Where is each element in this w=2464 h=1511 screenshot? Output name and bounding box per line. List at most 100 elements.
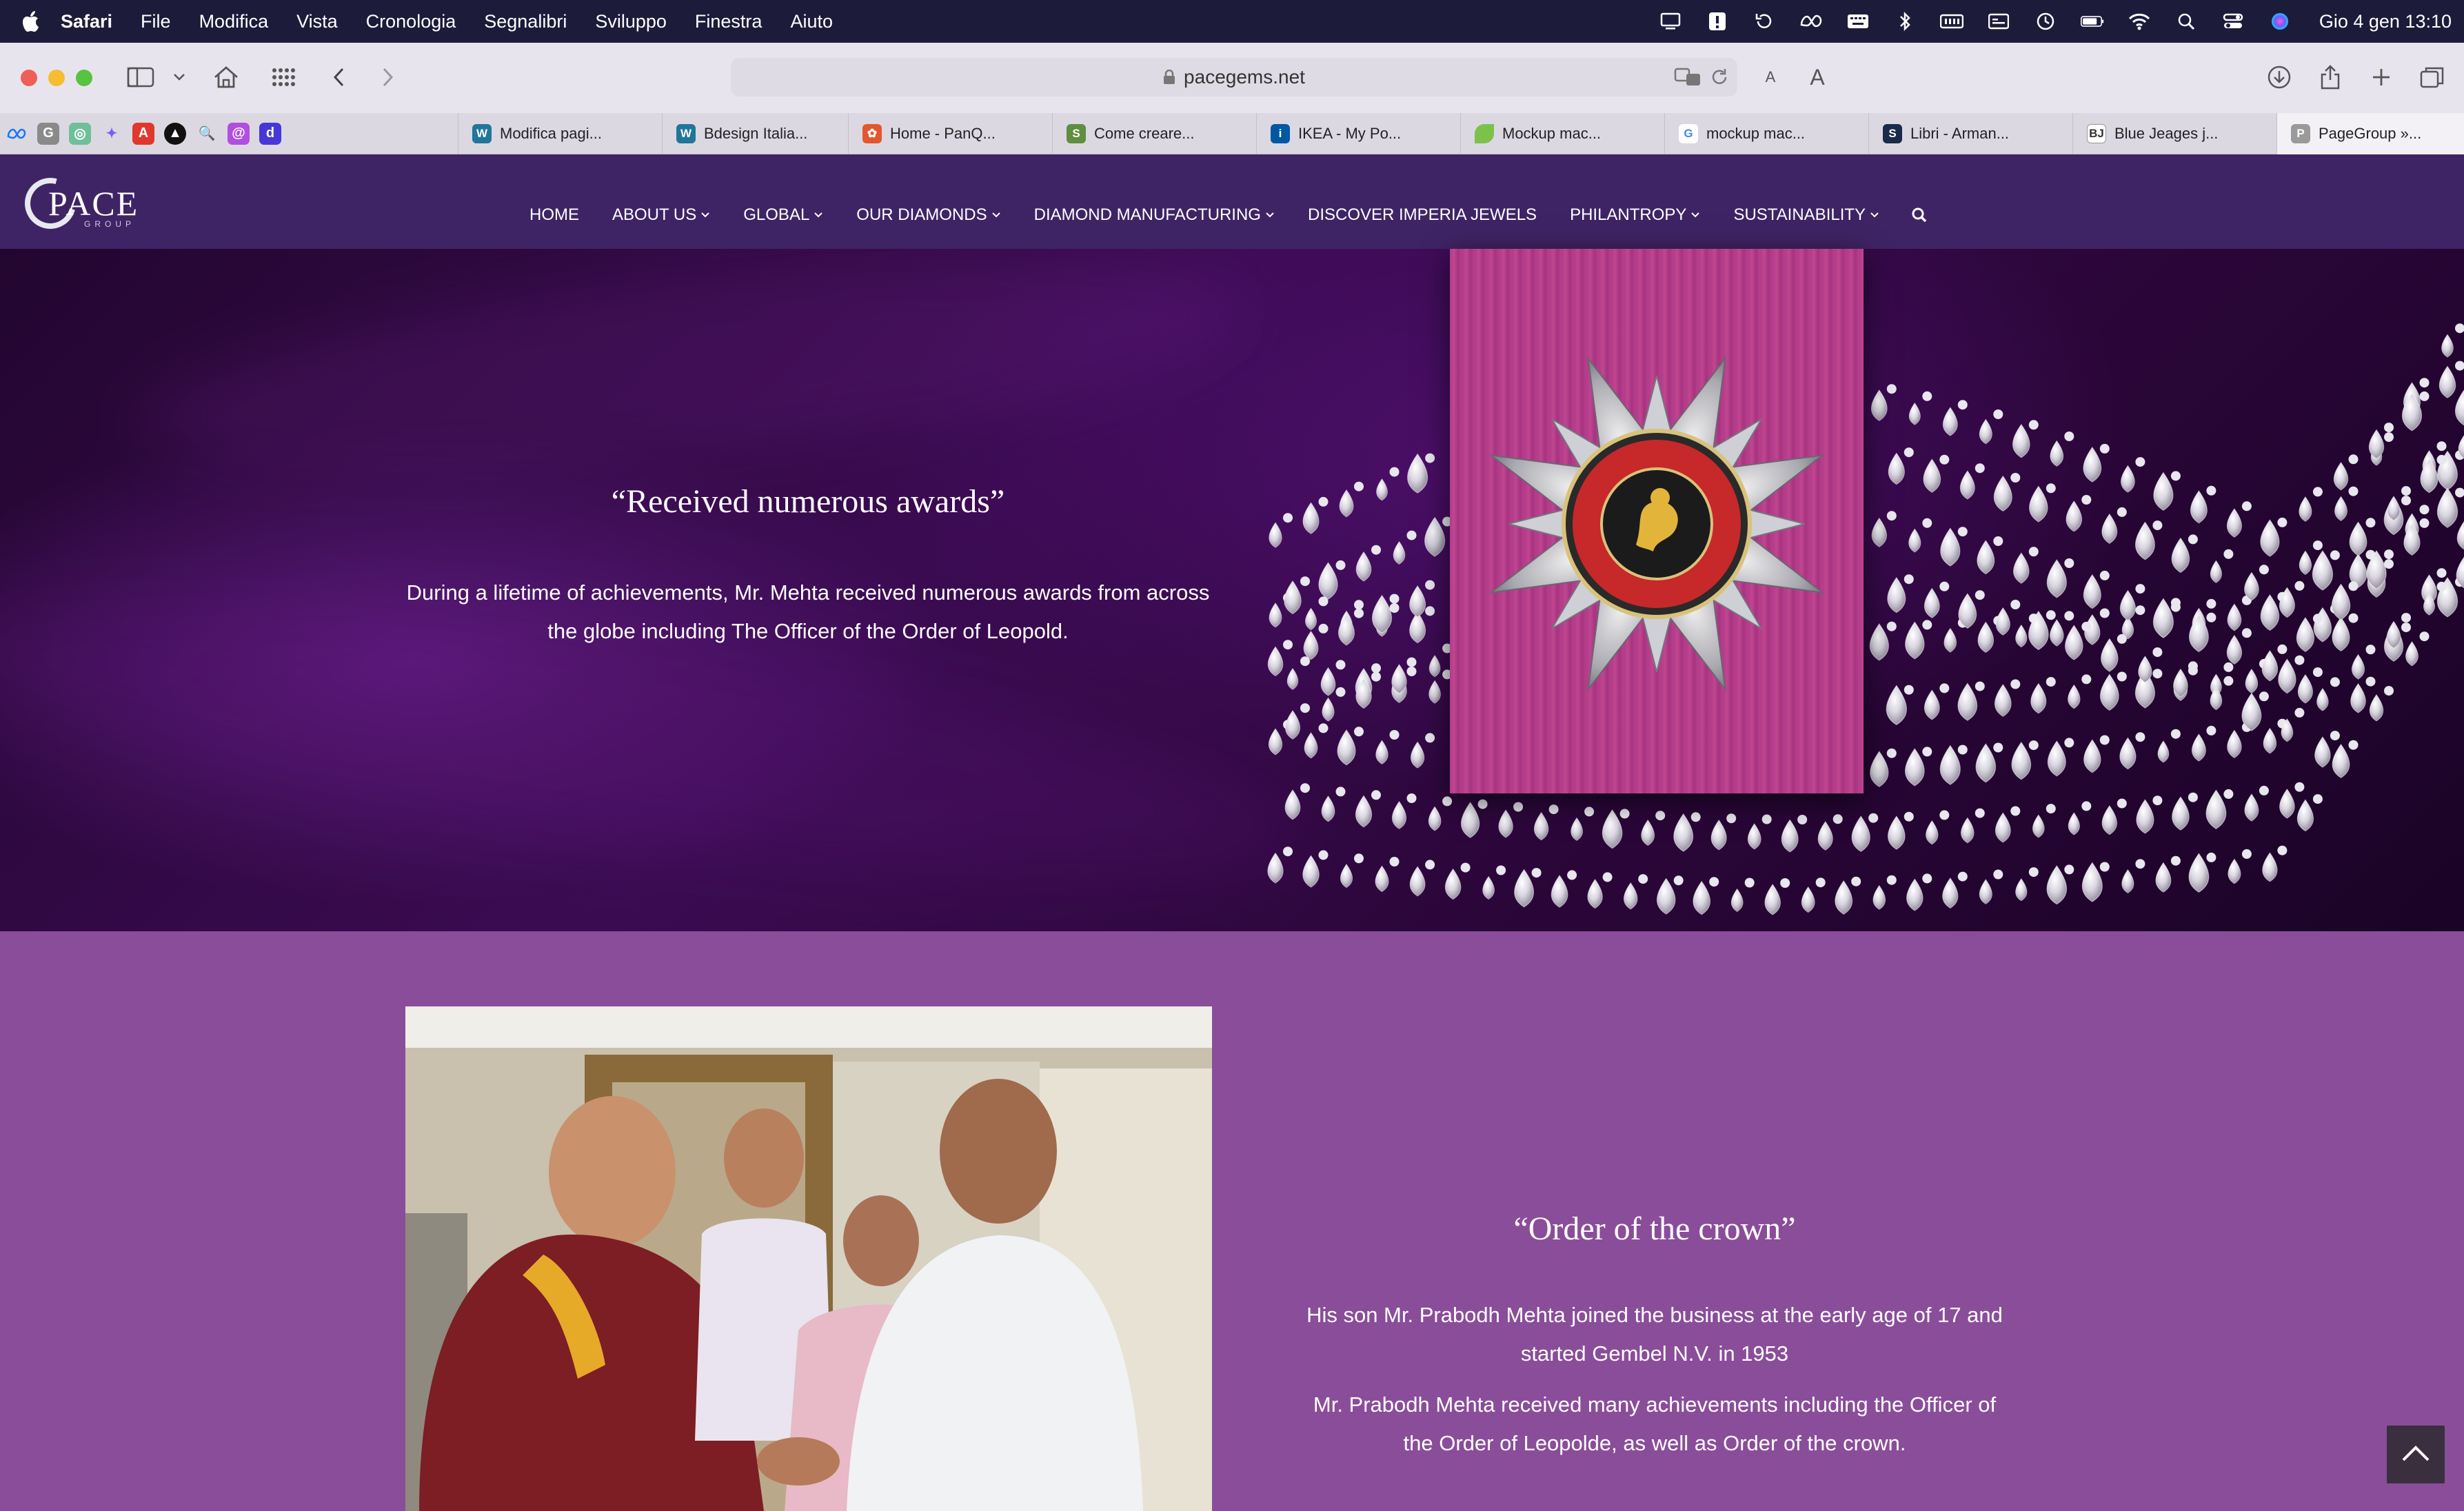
nav-philantropy[interactable]: PHILANTROPY	[1570, 205, 1700, 225]
g-bookmark-icon[interactable]: G	[37, 122, 59, 145]
meta-icon[interactable]	[1799, 11, 1823, 32]
hero-text: During a lifetime of achievements, Mr. M…	[406, 580, 1210, 643]
menu-app-safari[interactable]: Safari	[61, 11, 112, 32]
keyboard-icon[interactable]	[1846, 11, 1870, 32]
minimize-window-button[interactable]	[48, 70, 65, 86]
section2-paragraph-1: His son Mr. Prabodh Mehta joined the bus…	[1306, 1303, 2003, 1366]
section2-paragraph-2: Mr. Prabodh Mehta received many achievem…	[1313, 1392, 1997, 1455]
macos-menubar: Safari File Modifica Vista Cronologia Se…	[0, 0, 2464, 43]
tab-mockup-1[interactable]: Mockup mac...	[1460, 113, 1664, 154]
wordpress-icon: W	[472, 124, 492, 143]
tab-come-creare[interactable]: S Come creare...	[1052, 113, 1256, 154]
text-smaller-button[interactable]: A	[1754, 61, 1787, 94]
libri-icon: S	[1883, 124, 1902, 143]
wordpress-icon: W	[676, 124, 696, 143]
nav-diamond-manufacturing[interactable]: DIAMOND MANUFACTURING	[1034, 205, 1275, 225]
battery-icon[interactable]	[2080, 11, 2104, 32]
apps-grid-icon[interactable]	[267, 61, 301, 94]
new-tab-icon[interactable]	[2365, 61, 2398, 94]
google-icon: G	[1679, 124, 1698, 143]
tab-pagegroup[interactable]: P PageGroup »...	[2276, 113, 2464, 154]
chevron-down-icon	[1690, 212, 1700, 219]
control-center-icon[interactable]	[2221, 11, 2245, 32]
text-larger-button[interactable]: A	[1801, 61, 1834, 94]
mehta-dalai-lama-photo	[405, 1006, 1212, 1511]
mail-bookmark-icon[interactable]: @	[228, 122, 250, 145]
memory-icon[interactable]	[1939, 11, 1963, 32]
menu-modifica[interactable]: Modifica	[199, 11, 269, 32]
meta-bookmark-icon[interactable]	[6, 123, 28, 145]
menubar-clock[interactable]: Gio 4 gen 13:10	[2319, 11, 2452, 32]
tab-bdesign[interactable]: W Bdesign Italia...	[662, 113, 848, 154]
nav-discover-imperia-jewels[interactable]: DISCOVER IMPERIA JEWELS	[1308, 205, 1537, 225]
forward-icon[interactable]	[371, 61, 404, 94]
alert-icon[interactable]	[1706, 11, 1729, 32]
tab-overview-icon[interactable]	[2416, 61, 2449, 94]
menu-aiuto[interactable]: Aiuto	[790, 11, 833, 32]
display-icon[interactable]	[1659, 11, 1682, 32]
downloads-icon[interactable]	[2263, 61, 2296, 94]
address-bar[interactable]: pacegems.net	[731, 58, 1737, 97]
tab-mockup-2[interactable]: Gmockup mac...	[1664, 113, 1868, 154]
tab-panq[interactable]: ✿ Home - PanQ...	[848, 113, 1052, 154]
chevron-up-icon	[2401, 1443, 2431, 1466]
order-of-leopold-medal-image	[1488, 356, 1825, 692]
close-window-button[interactable]	[21, 70, 37, 86]
chatgpt-bookmark-icon[interactable]: ◎	[69, 122, 91, 145]
order-of-crown-section	[0, 931, 2464, 1511]
d-bookmark-icon[interactable]: d	[259, 122, 281, 145]
sidebar-toggle-icon[interactable]	[124, 61, 157, 94]
menu-finestra[interactable]: Finestra	[695, 11, 763, 32]
pace-group-logo[interactable]: PACE GROUP	[15, 168, 142, 239]
time-machine-icon[interactable]	[1753, 11, 1776, 32]
shopify-icon: S	[1067, 124, 1086, 143]
bj-icon: BJ	[2087, 124, 2106, 143]
home-icon[interactable]	[210, 61, 243, 94]
wifi-icon[interactable]	[2128, 11, 2151, 32]
scroll-to-top-button[interactable]	[2387, 1426, 2445, 1483]
tab-blue-jeages[interactable]: BJ Blue Jeages j...	[2072, 113, 2276, 154]
reload-icon[interactable]	[1703, 61, 1736, 94]
nav-our-diamonds[interactable]: OUR DIAMONDS	[856, 205, 1000, 225]
nav-sustainability[interactable]: SUSTAINABILITY	[1733, 205, 1879, 225]
arc-bookmark-icon[interactable]: ▲	[164, 122, 186, 145]
search-bookmark-icon[interactable]: 🔍	[196, 123, 218, 145]
tab-modifica-pagina[interactable]: W Modifica pagi...	[458, 113, 662, 154]
chevron-down-icon	[1870, 212, 1879, 219]
menu-file[interactable]: File	[141, 11, 171, 32]
lock-icon	[1163, 70, 1175, 85]
menu-segnalibri[interactable]: Segnalibri	[484, 11, 567, 32]
url-text[interactable]: pacegems.net	[1184, 66, 1305, 88]
chevron-down-icon	[1265, 212, 1275, 219]
back-icon[interactable]	[323, 61, 356, 94]
menu-cronologia[interactable]: Cronologia	[366, 11, 456, 32]
input-source-icon[interactable]	[1987, 11, 2010, 32]
tab-ikea[interactable]: i IKEA - My Po...	[1256, 113, 1460, 154]
nav-home[interactable]: HOME	[529, 205, 579, 225]
section2-title: “Order of the crown”	[1513, 1210, 1796, 1247]
nav-about-us[interactable]: ABOUT US	[612, 205, 710, 225]
chevron-down-icon[interactable]	[163, 61, 196, 94]
translate-icon[interactable]	[1671, 61, 1704, 94]
zoom-window-button[interactable]	[76, 70, 92, 86]
tab-libri[interactable]: S Libri - Arman...	[1868, 113, 2072, 154]
leaf-icon	[1475, 124, 1494, 143]
site-search-icon[interactable]	[1910, 205, 1929, 225]
nav-global[interactable]: GLOBAL	[743, 205, 823, 225]
apple-icon[interactable]	[19, 10, 44, 32]
share-icon[interactable]	[2314, 61, 2347, 94]
chevron-down-icon	[991, 212, 1001, 219]
clock-icon[interactable]	[2034, 11, 2057, 32]
p-icon: P	[2291, 124, 2310, 143]
siri-icon[interactable]	[2268, 11, 2292, 32]
ikea-icon: i	[1271, 124, 1290, 143]
main-navigation: HOME ABOUT US GLOBAL OUR DIAMONDS DIAMON…	[529, 201, 1912, 229]
spotlight-icon[interactable]	[2174, 11, 2198, 32]
sparkle-bookmark-icon[interactable]: ✦	[101, 123, 123, 145]
bluetooth-icon[interactable]	[1893, 11, 1917, 32]
hero-title: “Received numerous awards”	[611, 483, 1005, 520]
menu-vista[interactable]: Vista	[296, 11, 338, 32]
acrobat-bookmark-icon[interactable]: A	[132, 122, 154, 145]
chevron-down-icon	[814, 212, 823, 219]
menu-sviluppo[interactable]: Sviluppo	[595, 11, 667, 32]
